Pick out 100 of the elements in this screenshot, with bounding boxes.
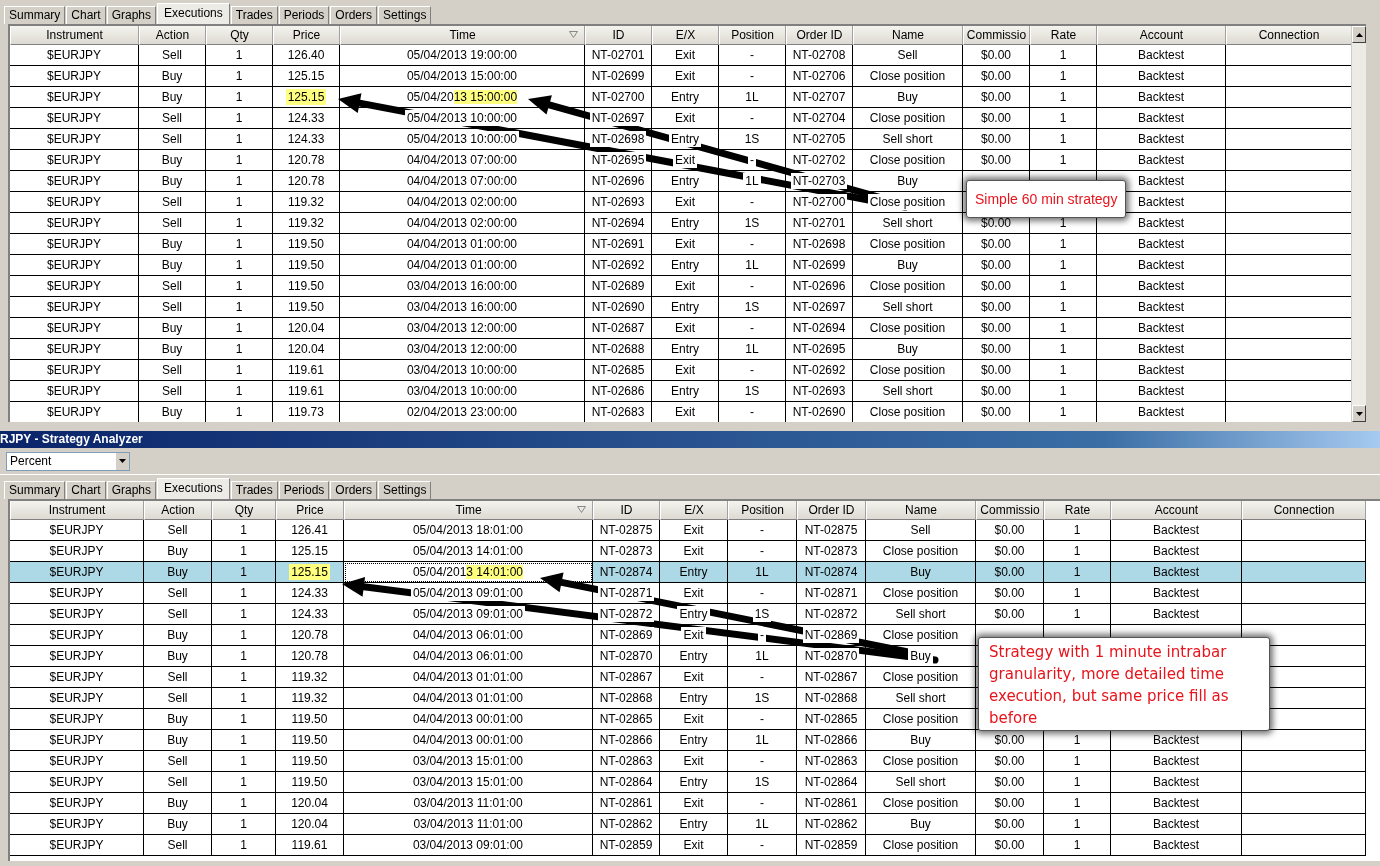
- tab[interactable]: Executions: [157, 3, 230, 24]
- table-row[interactable]: $EURJPY Buy 1 125.15 05/04/2013 14:01:00 NT-02873 Exit - NT-02873 Close position $0.00 1 Backtest: [10, 541, 1366, 562]
- table-row[interactable]: $EURJPY Sell 1 124.33 05/04/2013 10:00:00 NT-02697 Exit - NT-02704 Close position $0.00 1 Backtest: [10, 108, 1351, 129]
- column-header[interactable]: Commissio: [963, 26, 1030, 45]
- column-header[interactable]: Price: [273, 26, 340, 45]
- table-row[interactable]: $EURJPY Buy 1 120.78 04/04/2013 07:00:00 NT-02696 Entry 1L NT-02703 Buy Backtest: [10, 171, 1351, 192]
- table-cell: Close position: [866, 541, 976, 562]
- tab[interactable]: Settings: [378, 481, 432, 499]
- table-cell: NT-02862: [593, 814, 660, 835]
- column-header[interactable]: Order ID: [786, 26, 853, 45]
- table-row[interactable]: $EURJPY Buy 1 125.15 05/04/2013 15:00:00 NT-02699 Exit - NT-02706 Close position $0.00 1 Backtest: [10, 66, 1351, 87]
- table-row[interactable]: $EURJPY Buy 1 120.04 03/04/2013 12:00:00 NT-02688 Entry 1L NT-02695 Buy $0.00 1 Backtest: [10, 339, 1351, 360]
- column-header[interactable]: Time: [344, 501, 593, 520]
- table-row[interactable]: $EURJPY Sell 1 126.41 05/04/2013 18:01:00 NT-02875 Exit - NT-02875 Sell $0.00 1 Backtest: [10, 520, 1366, 541]
- table-cell: NT-02866: [593, 730, 660, 751]
- column-header[interactable]: Action: [144, 501, 212, 520]
- table-cell: $0.00: [963, 402, 1030, 422]
- table-row[interactable]: $EURJPY Sell 1 119.50 03/04/2013 16:00:00 NT-02689 Exit - NT-02696 Close position $0.00 1 Backtest: [10, 276, 1351, 297]
- table-row[interactable]: $EURJPY Sell 1 124.33 05/04/2013 09:01:00 NT-02871 Exit - NT-02871 Close position $0.00 1 Backtest: [10, 583, 1366, 604]
- column-header[interactable]: Rate: [1044, 501, 1111, 520]
- table-cell: NT-02868: [797, 688, 866, 709]
- tab[interactable]: Orders: [330, 6, 378, 24]
- table-row[interactable]: $EURJPY Sell 1 119.61 03/04/2013 09:01:00 NT-02859 Exit - NT-02859 Close position $0.00 1 Backtest: [10, 835, 1366, 856]
- table-cell: Exit: [652, 402, 719, 422]
- column-header[interactable]: Rate: [1030, 26, 1097, 45]
- table-row[interactable]: $EURJPY Sell 1 119.50 03/04/2013 15:01:00 NT-02864 Entry 1S NT-02864 Sell short $0.00 1 Backtest: [10, 772, 1366, 793]
- tab[interactable]: Chart: [66, 481, 106, 499]
- tab[interactable]: Summary: [4, 6, 66, 24]
- table-cell: Close position: [853, 234, 963, 255]
- table-row[interactable]: $EURJPY Sell 1 119.61 03/04/2013 10:00:00 NT-02685 Exit - NT-02692 Close position $0.00 1 Backtest: [10, 360, 1351, 381]
- column-header[interactable]: Time: [340, 26, 585, 45]
- table-cell: NT-02867: [797, 667, 866, 688]
- tab[interactable]: Settings: [378, 6, 432, 24]
- table-cell: NT-02695: [585, 150, 652, 171]
- tab[interactable]: Orders: [330, 481, 378, 499]
- column-header[interactable]: Position: [719, 26, 786, 45]
- table-cell: Sell: [144, 835, 212, 856]
- table-cell: NT-02687: [585, 318, 652, 339]
- table-row[interactable]: $EURJPY Buy 1 125.15 05/04/2013 14:01:00 NT-02874 Entry 1L NT-02874 Buy $0.00 1 Backtest: [10, 562, 1366, 583]
- table-row[interactable]: $EURJPY Buy 1 125.15 05/04/2013 15:00:00 NT-02700 Entry 1L NT-02707 Buy $0.00 1 Backtest: [10, 87, 1351, 108]
- table-cell: 1: [1044, 835, 1111, 856]
- table-cell: NT-02691: [585, 234, 652, 255]
- column-header[interactable]: Instrument: [10, 26, 139, 45]
- column-header[interactable]: Qty: [206, 26, 273, 45]
- table-row[interactable]: $EURJPY Sell 1 124.33 05/04/2013 10:00:00 NT-02698 Entry 1S NT-02705 Sell short $0.00 1 Backtest: [10, 129, 1351, 150]
- column-header[interactable]: E/X: [652, 26, 719, 45]
- column-header[interactable]: ID: [585, 26, 652, 45]
- table-row[interactable]: $EURJPY Buy 1 119.50 04/04/2013 00:01:00 NT-02866 Entry 1L NT-02866 Buy $0.00 1 Backtest: [10, 730, 1366, 751]
- tab[interactable]: Periods: [278, 481, 330, 499]
- column-header[interactable]: Instrument: [10, 501, 144, 520]
- table-cell: NT-02866: [797, 730, 866, 751]
- column-header[interactable]: Connection: [1242, 501, 1366, 520]
- column-header[interactable]: Qty: [212, 501, 276, 520]
- table-row[interactable]: $EURJPY Buy 1 119.50 04/04/2013 01:00:00 NT-02692 Entry 1L NT-02699 Buy $0.00 1 Backtest: [10, 255, 1351, 276]
- table-row[interactable]: $EURJPY Buy 1 120.04 03/04/2013 11:01:00 NT-02861 Exit - NT-02861 Close position $0.00 1 Backtest: [10, 793, 1366, 814]
- table-cell: NT-02685: [585, 360, 652, 381]
- table-row[interactable]: $EURJPY Sell 1 119.32 04/04/2013 02:00:00 NT-02694 Entry 1S NT-02701 Sell short $0.00 1 Backtest: [10, 213, 1351, 234]
- column-header[interactable]: Price: [276, 501, 344, 520]
- column-header[interactable]: Action: [139, 26, 206, 45]
- tab[interactable]: Chart: [66, 6, 106, 24]
- column-header[interactable]: Account: [1111, 501, 1242, 520]
- column-header[interactable]: Account: [1097, 26, 1226, 45]
- table-row[interactable]: $EURJPY Sell 1 124.33 05/04/2013 09:01:00 NT-02872 Entry 1S NT-02872 Sell short $0.00 1 Backtest: [10, 604, 1366, 625]
- tab[interactable]: Graphs: [106, 481, 157, 499]
- table-cell: 02/04/2013 23:00:00: [340, 402, 585, 422]
- tab[interactable]: Periods: [278, 6, 330, 24]
- column-header[interactable]: Name: [853, 26, 963, 45]
- table-row[interactable]: $EURJPY Buy 1 120.04 03/04/2013 11:01:00 NT-02862 Entry 1L NT-02862 Buy $0.00 1 Backtest: [10, 814, 1366, 835]
- table-cell: Buy: [139, 402, 206, 422]
- sort-icon: [577, 506, 586, 513]
- column-header[interactable]: ID: [593, 501, 660, 520]
- column-header[interactable]: Order ID: [797, 501, 866, 520]
- column-header[interactable]: Commissio: [976, 501, 1044, 520]
- table-cell: 1: [212, 835, 276, 856]
- tab[interactable]: Graphs: [106, 6, 157, 24]
- table-cell: NT-02871: [797, 583, 866, 604]
- scrollbar[interactable]: [1351, 26, 1366, 422]
- table-cell: NT-02699: [786, 255, 853, 276]
- table-cell: Close position: [866, 793, 976, 814]
- column-header[interactable]: Name: [866, 501, 976, 520]
- table-row[interactable]: $EURJPY Buy 1 120.04 03/04/2013 12:00:00 NT-02687 Exit - NT-02694 Close position $0.00 1 Backtest: [10, 318, 1351, 339]
- column-header[interactable]: E/X: [660, 501, 728, 520]
- table-row[interactable]: $EURJPY Sell 1 119.61 03/04/2013 10:00:00 NT-02686 Entry 1S NT-02693 Sell short $0.00 1 Backtest: [10, 381, 1351, 402]
- table-row[interactable]: $EURJPY Buy 1 119.50 04/04/2013 01:00:00 NT-02691 Exit - NT-02698 Close position $0.00 1 Backtest: [10, 234, 1351, 255]
- table-row[interactable]: $EURJPY Sell 1 119.50 03/04/2013 16:00:00 NT-02690 Entry 1S NT-02697 Sell short $0.00 1 Backtest: [10, 297, 1351, 318]
- tab[interactable]: Summary: [4, 481, 66, 499]
- table-row[interactable]: $EURJPY Buy 1 120.78 04/04/2013 07:00:00 NT-02695 Exit - NT-02702 Close position $0.00 1 Backtest: [10, 150, 1351, 171]
- scroll-down-button[interactable]: [1352, 405, 1366, 422]
- table-row[interactable]: $EURJPY Sell 1 126.40 05/04/2013 19:00:00 NT-02701 Exit - NT-02708 Sell $0.00 1 Backtest: [10, 45, 1351, 66]
- tab[interactable]: Trades: [230, 481, 278, 499]
- table-cell: -: [728, 835, 797, 856]
- table-row[interactable]: $EURJPY Sell 1 119.50 03/04/2013 15:01:00 NT-02863 Exit - NT-02863 Close position $0.00 1 Backtest: [10, 751, 1366, 772]
- table-cell: Close position: [853, 150, 963, 171]
- table-cell: $0.00: [976, 835, 1044, 856]
- unit-dropdown[interactable]: Percent: [6, 451, 130, 471]
- tab[interactable]: Executions: [157, 478, 230, 499]
- tab[interactable]: Trades: [230, 6, 278, 24]
- scroll-up-button[interactable]: [1352, 26, 1366, 43]
- column-header[interactable]: Position: [728, 501, 797, 520]
- column-header[interactable]: Connection: [1226, 26, 1351, 45]
